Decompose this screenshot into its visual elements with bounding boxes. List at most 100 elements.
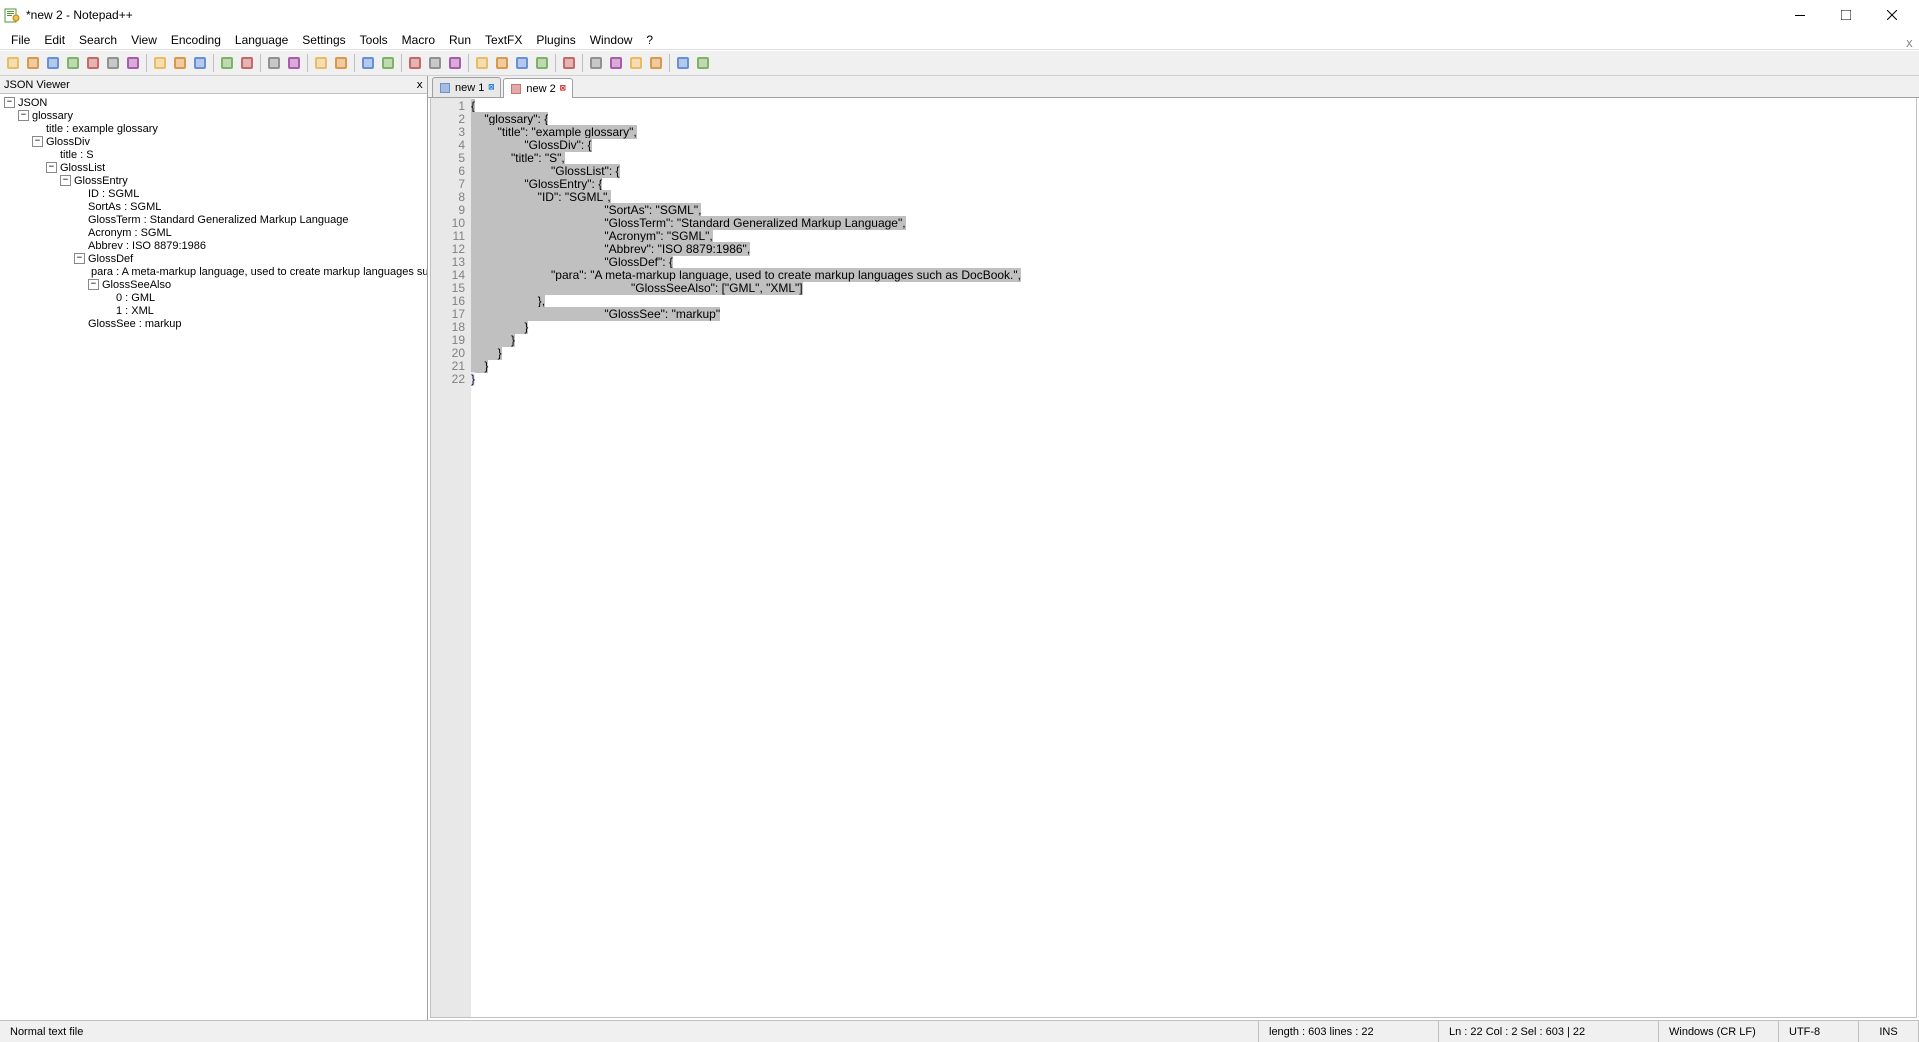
indent-guide-icon[interactable] [446,54,464,72]
sync-h-icon[interactable] [379,54,397,72]
open-file-icon[interactable] [24,54,42,72]
about-icon[interactable] [694,54,712,72]
collapse-icon[interactable]: − [4,97,15,108]
replace-icon[interactable] [285,54,303,72]
tree-node[interactable]: GlossTerm : Standard Generalized Markup … [0,213,427,226]
menu-encoding[interactable]: Encoding [164,32,228,48]
record-icon[interactable] [587,54,605,72]
monitor-icon[interactable] [560,54,578,72]
code-line[interactable]: "title": "example glossary", [471,126,1916,139]
tree-node-label: ID : SGML [88,188,139,200]
code-line[interactable]: } [471,347,1916,360]
copy-icon[interactable] [171,54,189,72]
menu-settings[interactable]: Settings [295,32,352,48]
menu-plugins[interactable]: Plugins [529,32,582,48]
code-line[interactable]: { [471,100,1916,113]
menu-edit[interactable]: Edit [37,32,72,48]
json-viewer-close-button[interactable]: x [416,78,423,91]
menu-macro[interactable]: Macro [395,32,442,48]
tab-new-2[interactable]: new 2⊠ [503,78,572,98]
tree-node[interactable]: −JSON [0,96,427,109]
menu-window[interactable]: Window [583,32,640,48]
spell-icon[interactable] [674,54,692,72]
collapse-icon[interactable]: − [18,110,29,121]
tree-node[interactable]: Acronym : SGML [0,226,427,239]
code-line[interactable]: "GlossDiv": { [471,139,1916,152]
folder-icon[interactable] [513,54,531,72]
code-line[interactable]: } [471,360,1916,373]
code-line[interactable]: "GlossSeeAlso": ["GML", "XML"] [471,282,1916,295]
tree-node[interactable]: −GlossEntry [0,174,427,187]
close-all-icon[interactable] [104,54,122,72]
close-button[interactable] [1869,0,1915,30]
find-icon[interactable] [265,54,283,72]
zoom-out-icon[interactable] [332,54,350,72]
code-line[interactable]: } [471,373,1916,386]
paste-icon[interactable] [191,54,209,72]
code-line[interactable]: "title": "S", [471,152,1916,165]
menu-run[interactable]: Run [442,32,478,48]
code-line[interactable]: "Abbrev": "ISO 8879:1986", [471,243,1916,256]
menu--[interactable]: ? [639,32,660,48]
code-line[interactable]: "glossary": { [471,113,1916,126]
all-chars-icon[interactable] [426,54,444,72]
func-list-icon[interactable] [493,54,511,72]
wrap-icon[interactable] [406,54,424,72]
code-line[interactable]: } [471,321,1916,334]
menu-textfx[interactable]: TextFX [478,32,529,48]
close-icon[interactable] [84,54,102,72]
stop-icon[interactable] [607,54,625,72]
doc-map-icon[interactable] [533,54,551,72]
play-icon[interactable] [627,54,645,72]
tree-node[interactable]: Abbrev : ISO 8879:1986 [0,239,427,252]
text-editor[interactable]: 12345678910111213141516171819202122 { "g… [430,98,1917,1018]
zoom-in-icon[interactable] [312,54,330,72]
menu-view[interactable]: View [124,32,164,48]
collapse-icon[interactable]: − [60,175,71,186]
menu-language[interactable]: Language [228,32,295,48]
collapse-icon[interactable]: − [46,162,57,173]
undo-icon[interactable] [218,54,236,72]
tree-node[interactable]: −GlossDiv [0,135,427,148]
toolbar-separator [669,54,670,72]
tab-group-close-button[interactable]: x [1906,36,1913,50]
tree-node[interactable]: title : S [0,148,427,161]
print-icon[interactable] [124,54,142,72]
tree-node[interactable]: −GlossDef [0,252,427,265]
tab-new-1[interactable]: new 1⊠ [432,77,501,97]
code-line[interactable]: "GlossSee": "markup" [471,308,1916,321]
play-multi-icon[interactable] [647,54,665,72]
menu-search[interactable]: Search [72,32,124,48]
new-file-icon[interactable] [4,54,22,72]
menu-tools[interactable]: Tools [353,32,395,48]
redo-icon[interactable] [238,54,256,72]
tree-node[interactable]: −GlossSeeAlso [0,278,427,291]
code-area[interactable]: { "glossary": { "title": "example glossa… [471,98,1916,1017]
save-icon[interactable] [44,54,62,72]
sync-v-icon[interactable] [359,54,377,72]
tab-close-icon[interactable]: ⊠ [560,83,566,94]
collapse-icon[interactable]: − [74,253,85,264]
tree-node[interactable]: para : A meta-markup language, used to c… [0,265,427,278]
lang-icon[interactable] [473,54,491,72]
tab-close-icon[interactable]: ⊠ [488,82,494,93]
tree-node[interactable]: GlossSee : markup [0,317,427,330]
code-line[interactable]: "GlossEntry": { [471,178,1916,191]
collapse-icon[interactable]: − [88,279,99,290]
cut-icon[interactable] [151,54,169,72]
code-line[interactable]: } [471,334,1916,347]
maximize-button[interactable] [1823,0,1869,30]
tree-node[interactable]: ID : SGML [0,187,427,200]
tree-node[interactable]: −GlossList [0,161,427,174]
tree-node[interactable]: −glossary [0,109,427,122]
tree-node[interactable]: title : example glossary [0,122,427,135]
tree-node[interactable]: 0 : GML [0,291,427,304]
tree-node[interactable]: 1 : XML [0,304,427,317]
menu-file[interactable]: File [4,32,37,48]
minimize-button[interactable] [1777,0,1823,30]
tree-node[interactable]: SortAs : SGML [0,200,427,213]
collapse-icon[interactable]: − [32,136,43,147]
json-tree[interactable]: −JSON−glossarytitle : example glossary−G… [0,94,427,1020]
save-all-icon[interactable] [64,54,82,72]
code-line[interactable]: "GlossList": { [471,165,1916,178]
